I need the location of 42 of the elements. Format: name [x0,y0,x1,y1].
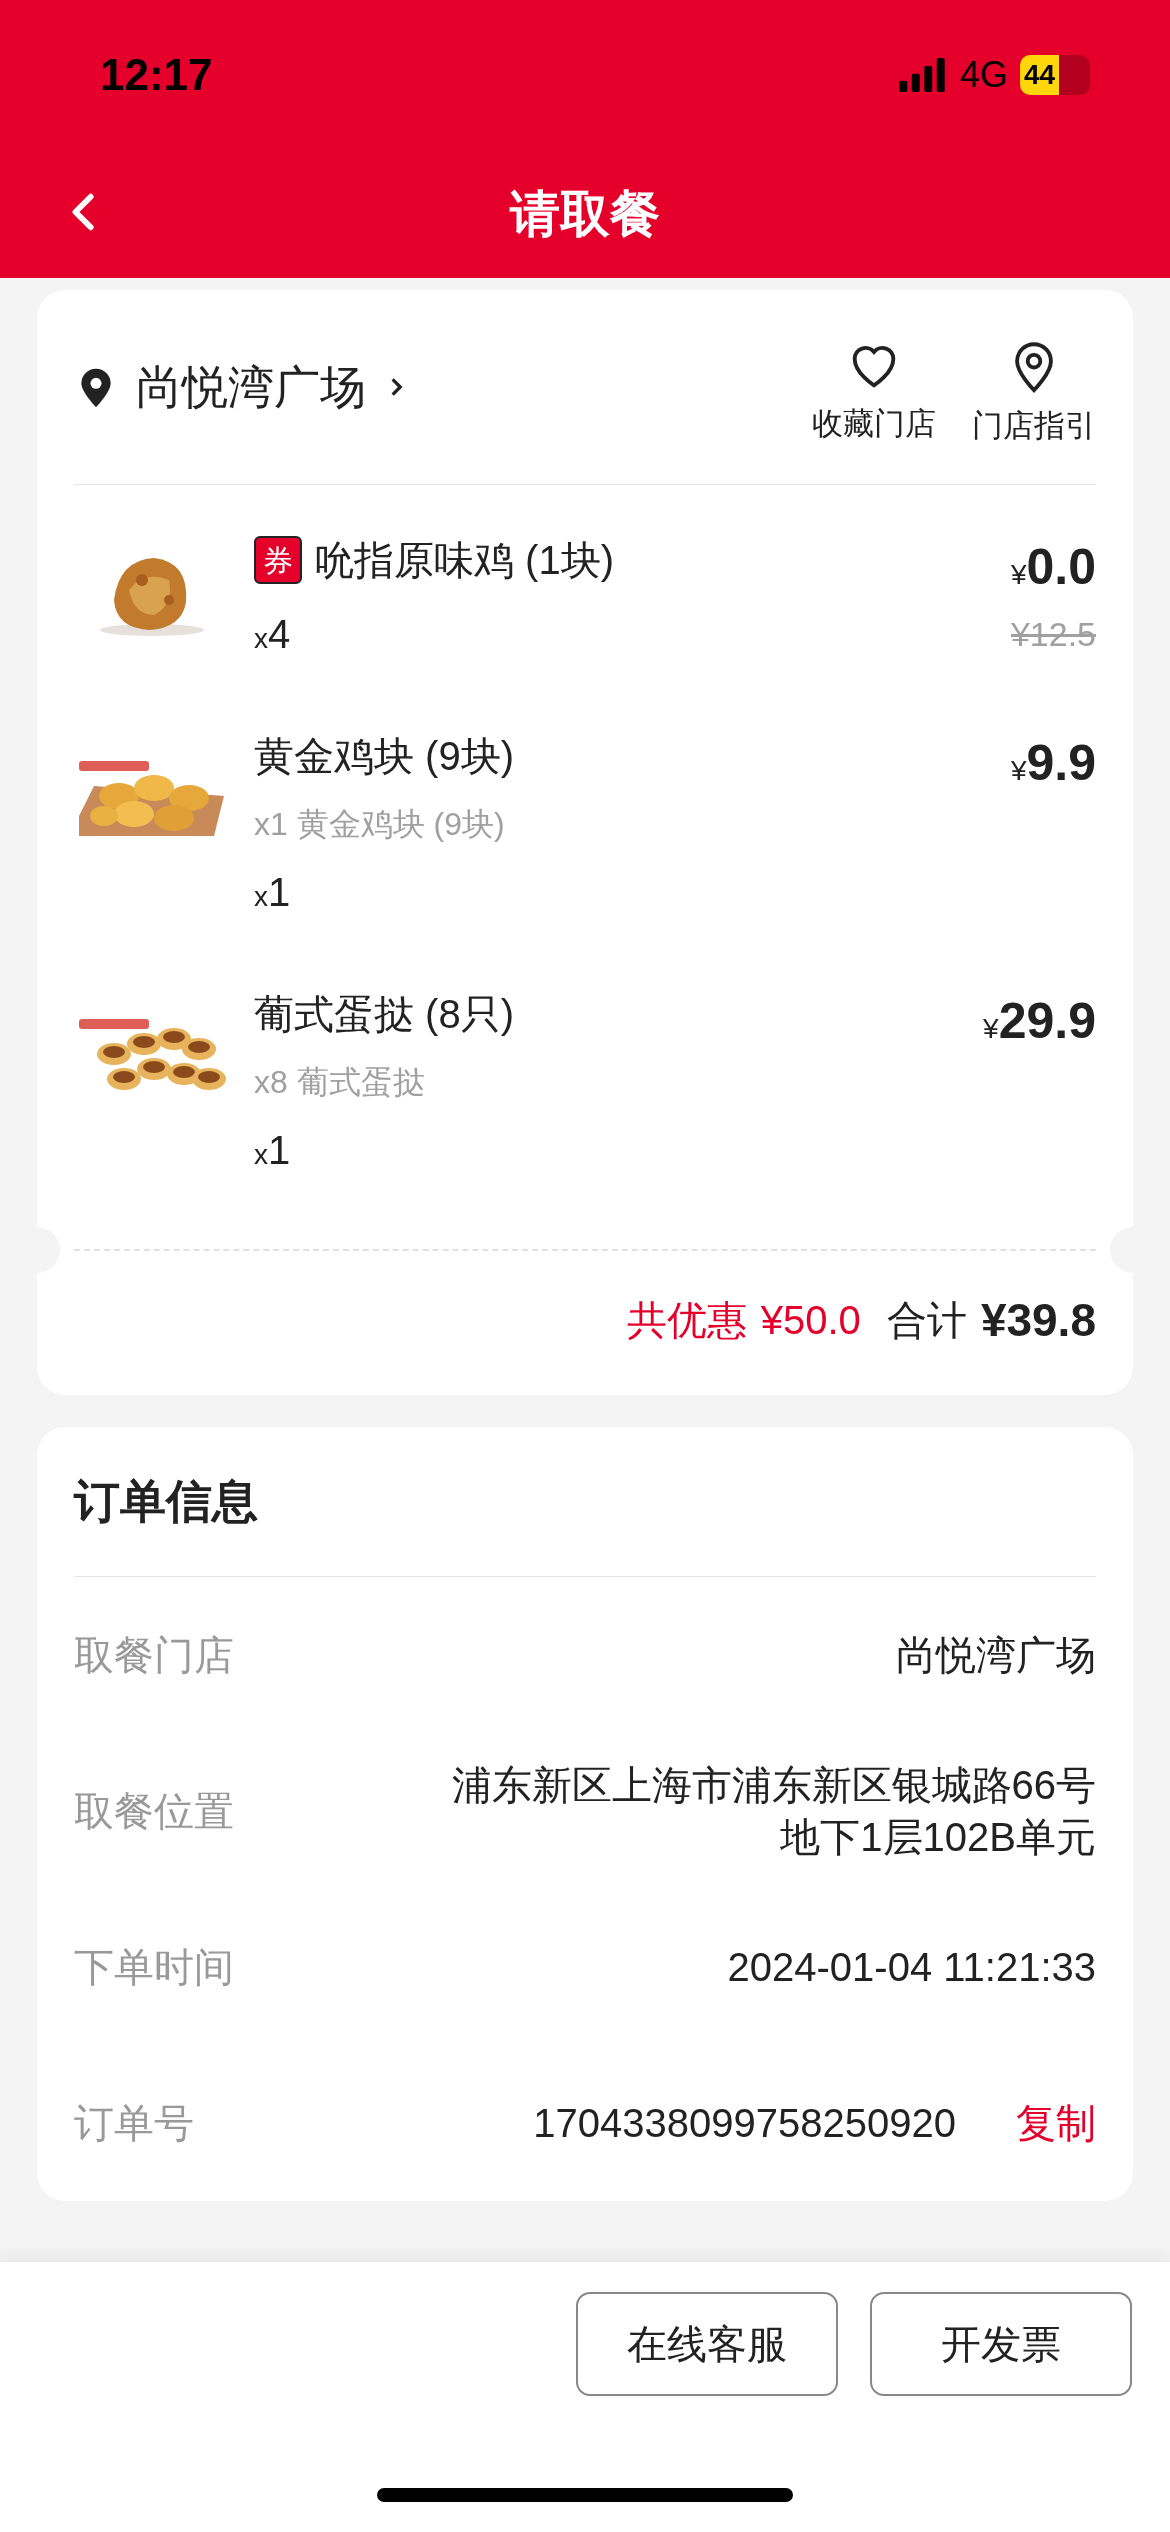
quantity-mark: x [254,1139,268,1172]
item-name: 吮指原味鸡 (1块) [314,537,614,584]
info-value: 2024-01-04 11:21:33 [727,1944,1096,1991]
discount-amount: ¥50.0 [760,1297,861,1344]
total-label: 合计 [886,1297,967,1344]
page-title: 请取餐 [510,184,660,244]
battery-indicator: 44 [1020,55,1090,95]
info-label: 订单号 [74,2100,194,2147]
discount-label: 共优惠 [626,1297,747,1344]
info-value: 尚悦湾广场 [896,1632,1096,1679]
item-quantity: 4 [268,611,291,658]
info-value: 浦东新区上海市浦东新区银城路66号地下1层102B单元 [450,1762,1096,1861]
status-time: 12:17 [100,49,213,101]
section-title: 订单信息 [74,1474,258,1529]
item-quantity: 1 [268,869,291,916]
footer-button[interactable]: 在线客服 [576,2292,838,2396]
currency-sign: ¥ [983,1013,999,1046]
original-price: ¥12.5 [1010,614,1096,655]
info-label: 取餐位置 [74,1788,234,1835]
quantity-mark: x [254,623,268,656]
currency-sign: ¥ [1010,755,1027,788]
item-name: 黄金鸡块 (9块) [254,733,514,780]
item-price: 29.9 [998,992,1096,1051]
item-name: 葡式蛋挞 (8只) [254,991,514,1038]
store-action[interactable]: 门店指引 [972,324,1096,450]
info-value: 1704338099758250920 [533,2100,956,2147]
item-price: 0.0 [1026,538,1096,597]
currency-sign: ¥ [1010,559,1027,592]
total-amount: ¥39.8 [980,1292,1096,1348]
item-detail: x1 黄金鸡块 (9块) [254,805,506,844]
footer-button[interactable]: 开发票 [870,2292,1132,2396]
item-price: 9.9 [1026,734,1096,793]
info-label: 取餐门店 [74,1632,234,1679]
store-action[interactable]: 收藏门店 [812,326,936,448]
item-detail: x8 葡式蛋挞 [254,1063,426,1102]
copy-link[interactable]: 复制 [1016,2093,1096,2153]
item-quantity: 1 [268,1127,291,1174]
network-label: 4G [959,53,1008,97]
quantity-mark: x [254,881,268,914]
info-label: 下单时间 [74,1944,234,1991]
coupon-badge: 券 [254,536,302,584]
store-link[interactable]: 尚悦湾广场 [74,352,410,422]
